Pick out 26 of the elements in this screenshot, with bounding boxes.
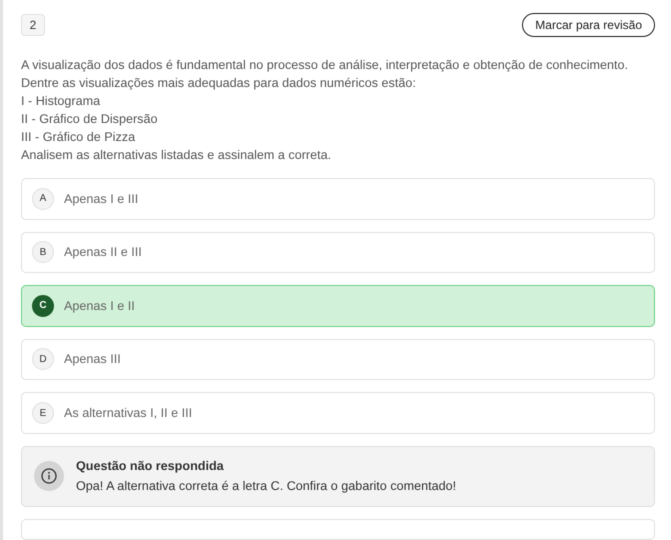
- answer-option[interactable]: C Apenas I e II: [21, 285, 655, 327]
- question-number: 2: [21, 14, 45, 36]
- option-letter: C: [32, 294, 54, 317]
- option-letter: B: [32, 241, 54, 264]
- answer-option[interactable]: D Apenas III: [21, 338, 655, 380]
- question-text: Analisem as alternativas listadas e assinalem a correta.: [21, 147, 332, 164]
- option-letter: A: [32, 188, 54, 210]
- answer-option[interactable]: A Apenas I e III: [21, 178, 655, 220]
- option-text: Apenas II e III: [64, 245, 142, 260]
- option-text: Apenas I e III: [64, 192, 138, 206]
- option-letter: D: [32, 348, 54, 370]
- option-text: Apenas III: [64, 352, 121, 366]
- info-icon: [34, 461, 64, 492]
- answer-option[interactable]: B Apenas II e III: [21, 232, 655, 274]
- feedback-message: Opa! A alternativa correta é a letra C. Confira o gabarito comentado!: [76, 479, 456, 494]
- question-text: III - Gráfico de Pizza: [21, 129, 136, 146]
- question-text: II - Gráfico de Dispersão: [21, 111, 158, 128]
- review-button[interactable]: Marcar para revisão: [522, 13, 655, 37]
- feedback-title: Questão não respondida: [76, 459, 225, 474]
- question-text: A visualização dos dados é fundamental no processo de análise, interpretação e obtenção de conhecimento.: [21, 57, 630, 74]
- question-text: Dentre as visualizações mais adequadas para dados numéricos estão:: [21, 75, 417, 92]
- option-text: Apenas I e II: [64, 298, 135, 313]
- option-text: As alternativas I, II e III: [64, 406, 192, 420]
- option-letter: E: [32, 402, 54, 424]
- answer-option[interactable]: E As alternativas I, II e III: [21, 392, 655, 434]
- question-text: I - Histograma: [21, 93, 102, 110]
